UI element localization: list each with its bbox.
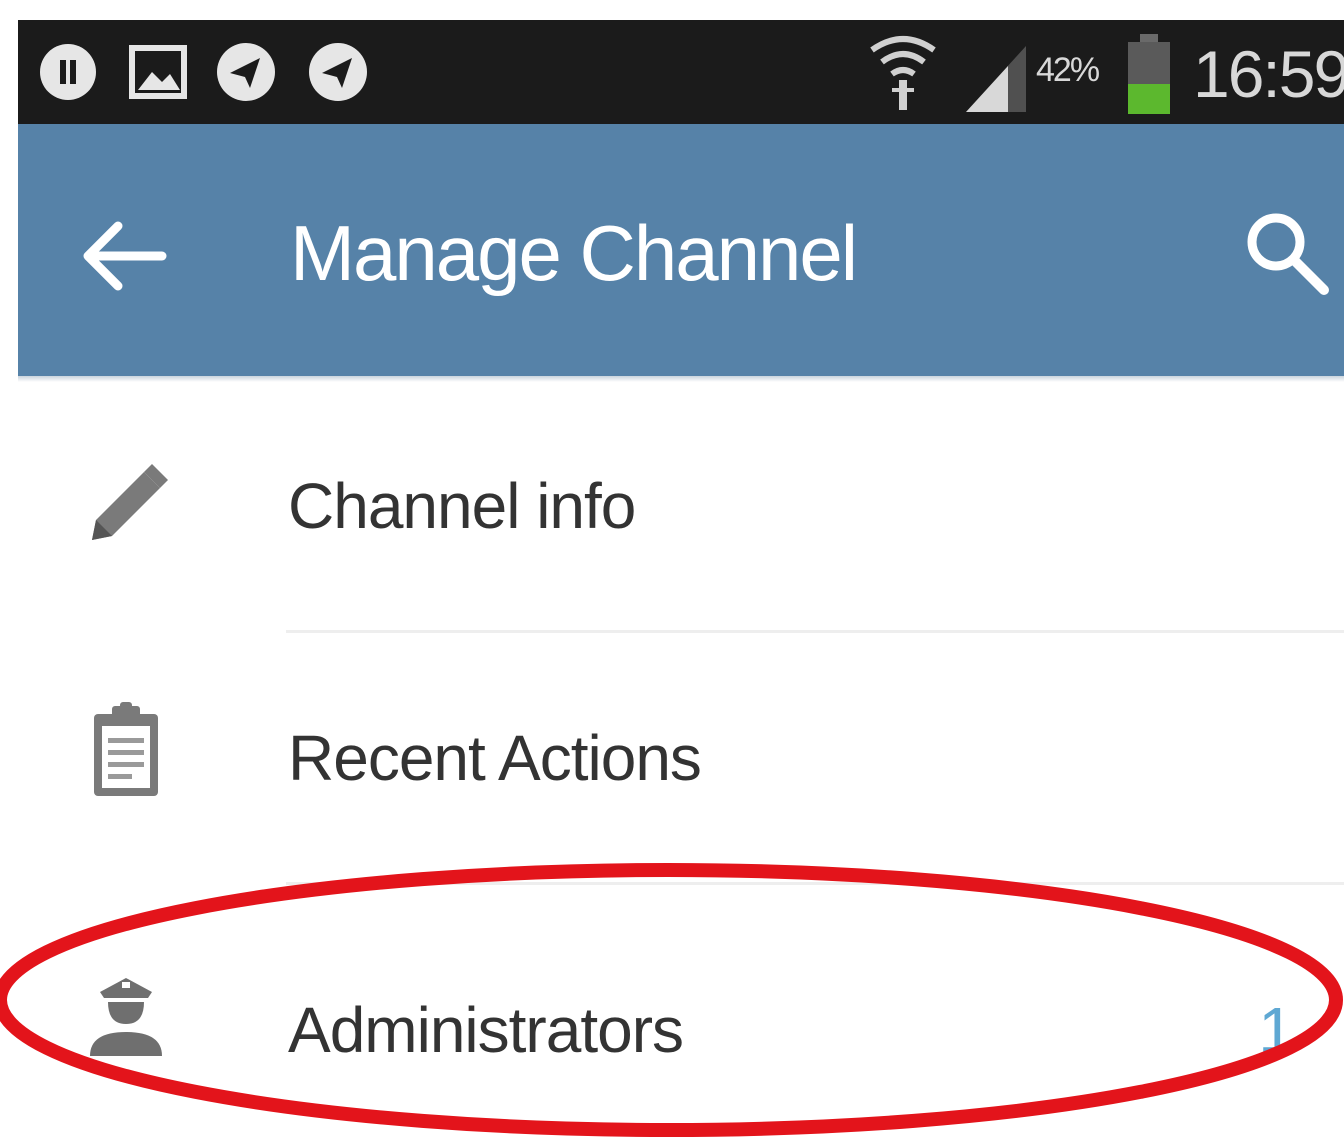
- admin-icon: [90, 978, 162, 1056]
- battery-percent: 42%: [1036, 51, 1100, 89]
- menu-item-label: Channel info: [288, 470, 636, 542]
- telegram-icon: [217, 43, 275, 101]
- menu-item-channel-info[interactable]: Channel info: [18, 382, 1344, 632]
- menu-item-administrators[interactable]: Administrators 1: [18, 886, 1344, 1136]
- pencil-icon: [92, 464, 168, 540]
- divider: [286, 882, 1344, 885]
- administrators-count: 1: [1258, 994, 1294, 1066]
- pause-circle-icon: [40, 44, 96, 100]
- status-bar: 42% 16:59: [18, 20, 1344, 124]
- search-icon[interactable]: [1238, 204, 1334, 300]
- menu-item-label: Administrators: [288, 994, 684, 1066]
- menu-item-recent-actions[interactable]: Recent Actions: [18, 634, 1344, 884]
- app-bar: Manage Channel: [18, 124, 1344, 376]
- arrow-left-icon[interactable]: [78, 216, 168, 296]
- page-title: Manage Channel: [290, 209, 858, 297]
- signal-icon: [966, 46, 1026, 112]
- phone-screen: 42% 16:59 Manage Channel Channel info Re…: [18, 20, 1344, 1138]
- status-time: 16:59: [1193, 37, 1344, 111]
- telegram-icon: [309, 43, 367, 101]
- wifi-icon: [870, 36, 936, 110]
- battery-icon: [1128, 34, 1170, 114]
- menu-item-label: Recent Actions: [288, 722, 702, 794]
- clipboard-icon: [94, 702, 158, 796]
- image-notification-icon: [129, 45, 187, 99]
- divider: [286, 630, 1344, 633]
